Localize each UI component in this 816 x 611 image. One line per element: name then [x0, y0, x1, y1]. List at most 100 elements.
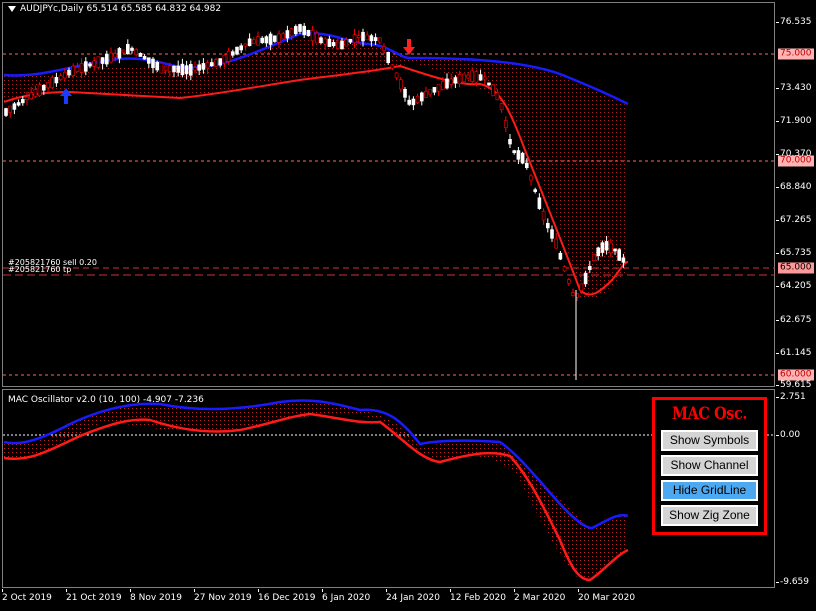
- candle-body: [419, 92, 424, 102]
- candle-body: [260, 37, 265, 43]
- candle-body: [231, 51, 235, 56]
- candle-body: [29, 92, 34, 99]
- candle-body: [415, 95, 420, 103]
- candle-body: [617, 249, 622, 261]
- show-channel-button[interactable]: Show Channel: [661, 455, 758, 476]
- time-tick: 16 Dec 2019: [258, 589, 316, 603]
- candle-body: [403, 89, 407, 98]
- dropdown-icon[interactable]: [8, 5, 16, 12]
- candle-body: [461, 73, 466, 82]
- show-symbols-button[interactable]: Show Symbols: [661, 430, 758, 451]
- candle-body: [189, 64, 193, 76]
- candle-body: [352, 34, 357, 44]
- candle-body: [466, 74, 470, 79]
- candle-body: [37, 84, 42, 96]
- candle-body: [373, 37, 378, 42]
- candle-body: [88, 63, 92, 67]
- candle-body: [147, 57, 151, 64]
- time-tick: 27 Nov 2019: [194, 589, 252, 603]
- candle-body: [596, 247, 601, 257]
- candle-body: [109, 52, 113, 63]
- candle-body: [424, 91, 428, 98]
- price-axis[interactable]: 76.535 75.000 73.430 71.900 70.370 70.00…: [776, 0, 816, 390]
- candle-body: [323, 38, 328, 45]
- candle-body: [508, 139, 512, 145]
- candle-body: [529, 175, 533, 181]
- hide-gridline-button[interactable]: Hide GridLine: [661, 480, 758, 501]
- candle-body: [533, 189, 538, 192]
- candle-body: [382, 46, 386, 51]
- time-axis[interactable]: 2 Oct 2019 21 Oct 2019 8 Nov 2019 27 Nov…: [0, 589, 776, 611]
- candle-body: [172, 65, 176, 73]
- candle-body: [592, 254, 596, 261]
- candle-body: [306, 30, 311, 37]
- candle-body: [20, 99, 25, 104]
- candle-body: [277, 33, 281, 43]
- candle-body: [46, 82, 50, 89]
- candle-body: [512, 150, 517, 154]
- candle-body: [50, 77, 55, 88]
- price-tick: 62.675: [776, 315, 812, 325]
- candle-body: [537, 197, 542, 209]
- candle-body: [600, 242, 605, 253]
- candle-body: [151, 58, 155, 68]
- candle-body: [503, 120, 508, 129]
- candle-body: [130, 47, 134, 51]
- oscillator-axis[interactable]: 2.751 0.00 -9.659: [775, 389, 816, 589]
- time-tick: 8 Nov 2019: [130, 589, 182, 603]
- candle-body: [361, 31, 365, 42]
- candle-body: [138, 53, 143, 57]
- candle-body: [25, 96, 29, 100]
- candle-body: [621, 257, 626, 263]
- time-tick: 6 Jan 2020: [322, 589, 371, 603]
- candle-body: [394, 72, 399, 79]
- candle-body: [193, 67, 197, 71]
- candle-body: [335, 41, 340, 49]
- oscillator-title: MAC Oscillator v2.0 (10, 100) -4.907 -7.…: [8, 395, 204, 405]
- candle-body: [604, 241, 609, 251]
- candle-body: [289, 28, 294, 37]
- candle-body: [239, 45, 243, 51]
- candle-body: [558, 252, 563, 260]
- candle-body: [608, 242, 613, 254]
- candle-body: [8, 105, 12, 113]
- candle-body: [142, 56, 147, 60]
- candle-body: [457, 74, 462, 85]
- candle-body: [222, 54, 227, 64]
- candle-body: [210, 62, 214, 67]
- candle-body: [163, 65, 168, 72]
- price-tick: 61.145: [776, 348, 812, 358]
- show-zig-zone-button[interactable]: Show Zig Zone: [661, 505, 758, 526]
- candle-body: [155, 61, 159, 71]
- candle-body: [134, 49, 138, 56]
- level-tag-75: 75.000: [778, 48, 814, 60]
- candle-body: [470, 70, 475, 82]
- candle-body: [159, 62, 164, 74]
- candle-body: [281, 33, 286, 40]
- candle-body: [16, 102, 21, 106]
- candle-body: [235, 46, 239, 55]
- candle-body: [180, 63, 185, 76]
- candle-body: [541, 211, 546, 221]
- candle-body: [293, 26, 298, 35]
- tp-order-label[interactable]: #205821760 tp: [8, 265, 71, 274]
- candle-body: [319, 37, 323, 44]
- candle-body: [365, 34, 370, 41]
- candle-body: [247, 38, 252, 47]
- candle-body: [256, 36, 260, 46]
- osc-tick: -9.659: [775, 577, 810, 587]
- candle-body: [314, 32, 319, 44]
- candle-body: [445, 78, 449, 89]
- mac-panel-title: MAC Osc.: [672, 404, 747, 424]
- candle-body: [613, 248, 617, 252]
- mac-oscillator-panel: MAC Osc. Show Symbols Show Channel Hide …: [652, 397, 767, 535]
- candle-body: [33, 89, 38, 97]
- candle-body: [310, 30, 315, 42]
- candle-body: [398, 79, 403, 90]
- candle-body: [554, 238, 559, 249]
- price-tick: 67.265: [776, 215, 812, 225]
- down-arrow-icon: [403, 39, 415, 55]
- candle-body: [340, 40, 344, 50]
- time-tick: 20 Mar 2020: [578, 589, 636, 603]
- candle-body: [432, 87, 437, 93]
